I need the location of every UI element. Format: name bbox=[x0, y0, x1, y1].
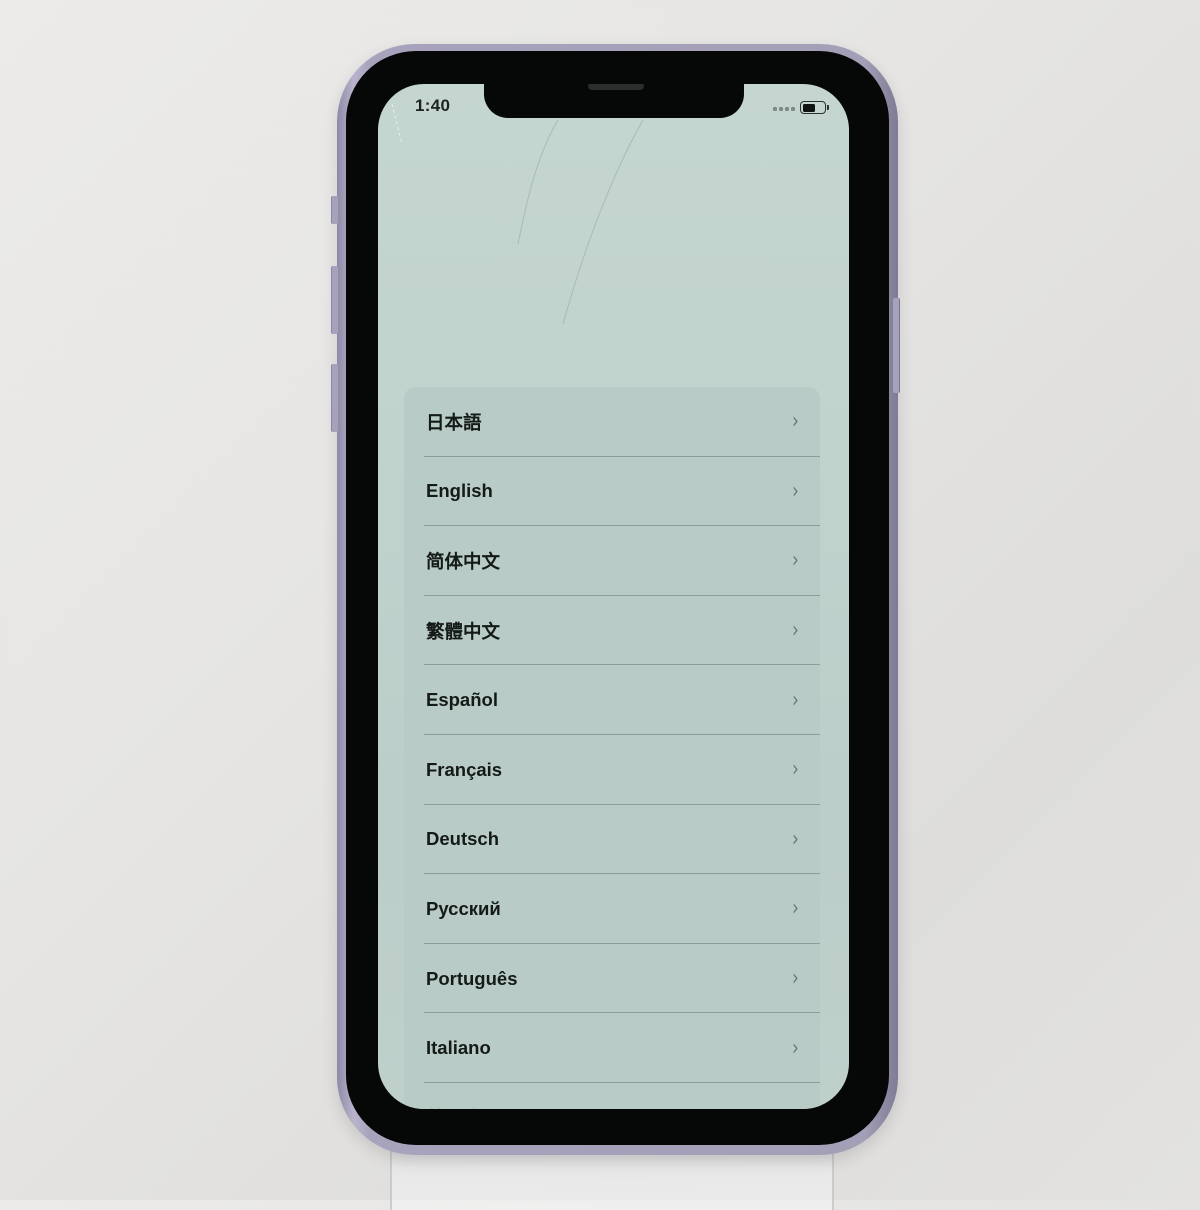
language-label: Français bbox=[426, 758, 503, 780]
signal-dots-icon bbox=[773, 107, 795, 111]
language-item-french[interactable]: Français › bbox=[404, 735, 820, 805]
mute-switch bbox=[331, 196, 338, 224]
earpiece-speaker bbox=[588, 84, 644, 90]
language-item-simplified-chinese[interactable]: 简体中文 › bbox=[404, 526, 820, 596]
status-time: 1:40 bbox=[415, 96, 451, 115]
language-item-korean[interactable]: 한국어 › bbox=[404, 1083, 820, 1109]
language-label: Русский bbox=[426, 897, 501, 919]
chevron-right-icon: › bbox=[792, 478, 799, 504]
battery-fill bbox=[802, 103, 816, 112]
chevron-right-icon: › bbox=[792, 896, 799, 922]
chevron-right-icon: › bbox=[792, 409, 799, 435]
chevron-right-icon: › bbox=[792, 1035, 799, 1061]
language-item-spanish[interactable]: Español › bbox=[404, 665, 820, 735]
language-list: 日本語 › English › 简体中文 › 繁體中文 › Español › … bbox=[404, 387, 820, 1109]
volume-down-button bbox=[331, 364, 338, 432]
language-item-german[interactable]: Deutsch › bbox=[404, 805, 820, 875]
language-item-japanese[interactable]: 日本語 › bbox=[404, 387, 820, 457]
chevron-right-icon: › bbox=[792, 757, 799, 783]
chevron-right-icon: › bbox=[792, 966, 799, 992]
notch bbox=[484, 84, 744, 118]
chevron-right-icon: › bbox=[792, 1105, 799, 1109]
phone-screen: 1:40 日本語 › English › 简体中文 › 繁體中文 › Españ… bbox=[378, 84, 849, 1109]
language-item-portuguese[interactable]: Português › bbox=[404, 944, 820, 1014]
side-power-button bbox=[893, 298, 900, 393]
language-label: Español bbox=[426, 689, 498, 711]
language-item-italian[interactable]: Italiano › bbox=[404, 1013, 820, 1083]
language-item-traditional-chinese[interactable]: 繁體中文 › bbox=[404, 596, 820, 666]
language-label: 한국어 bbox=[426, 1105, 477, 1109]
language-label: Italiano bbox=[426, 1037, 491, 1059]
chevron-right-icon: › bbox=[792, 826, 799, 852]
language-label: 日本語 bbox=[426, 411, 482, 433]
chevron-right-icon: › bbox=[792, 618, 799, 644]
battery-icon bbox=[800, 101, 829, 114]
volume-up-button bbox=[331, 266, 338, 334]
language-item-english[interactable]: English › bbox=[404, 457, 820, 527]
language-label: 简体中文 bbox=[426, 550, 501, 572]
language-label: Deutsch bbox=[426, 828, 499, 850]
chevron-right-icon: › bbox=[792, 687, 799, 713]
language-item-russian[interactable]: Русский › bbox=[404, 874, 820, 944]
language-label: English bbox=[426, 480, 493, 502]
language-label: 繁體中文 bbox=[426, 620, 501, 642]
language-label: Português bbox=[426, 967, 518, 989]
chevron-right-icon: › bbox=[792, 548, 799, 574]
